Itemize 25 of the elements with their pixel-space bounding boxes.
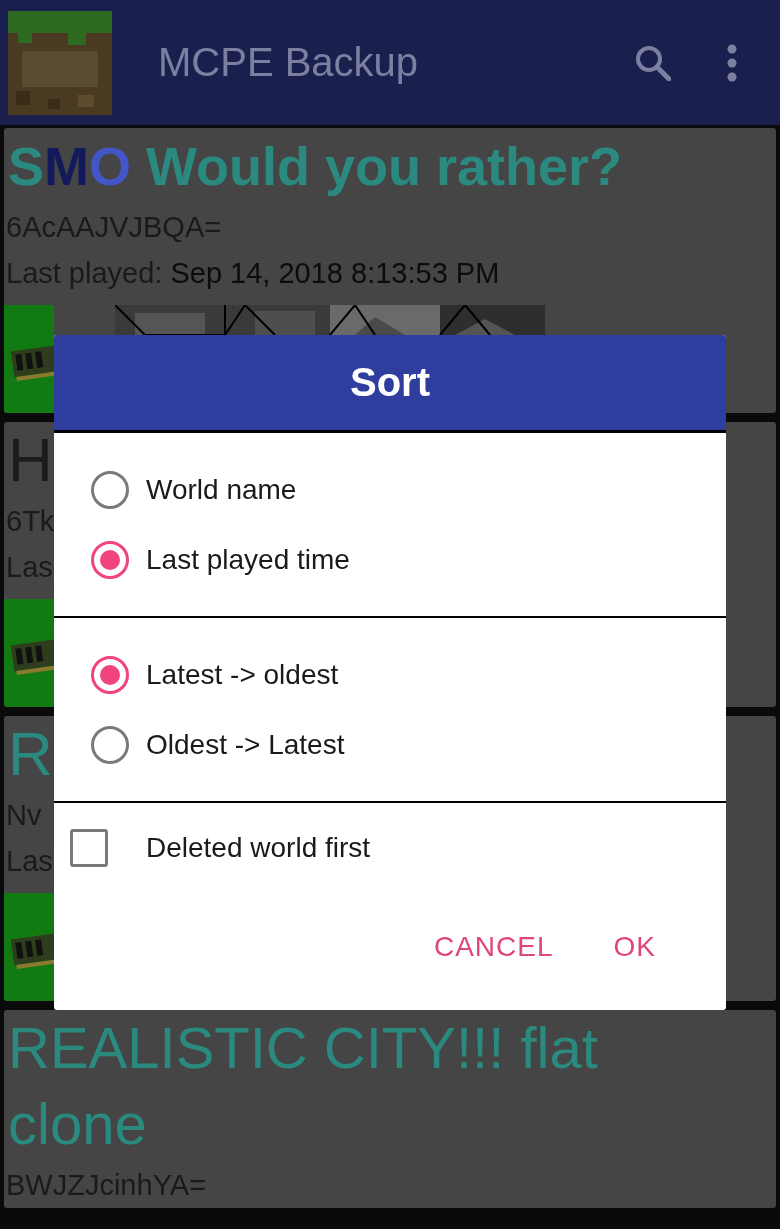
memory-icon [4, 893, 54, 1001]
option-label[interactable]: Last played time [146, 544, 350, 576]
world-title: R [8, 719, 53, 788]
world-title: S [8, 136, 45, 196]
checkbox-label[interactable]: Deleted world first [146, 832, 371, 864]
world-title: Would you rather? [146, 136, 623, 196]
radio-button[interactable] [91, 541, 129, 579]
radio-button[interactable] [91, 726, 129, 764]
last-played-value: Sep 14, 2018 8:13:53 PM [169, 257, 500, 289]
dialog-button[interactable]: OK [603, 923, 666, 971]
memory-icon [4, 599, 54, 707]
dialog-title: Sort [54, 335, 726, 433]
more-menu-icon[interactable] [727, 43, 737, 82]
radio-button[interactable] [91, 656, 129, 694]
option-label[interactable]: Oldest -> Latest [146, 729, 345, 761]
search-icon[interactable] [635, 44, 671, 81]
app-title: MCPE Backup [158, 40, 419, 85]
option-label[interactable]: Latest -> oldest [146, 659, 339, 691]
world-title: O [89, 136, 133, 196]
dialog-button[interactable]: CANCEL [423, 923, 564, 971]
option-label[interactable]: World name [146, 474, 297, 506]
checkbox[interactable] [70, 829, 108, 867]
radio-button[interactable] [91, 471, 129, 509]
world-title: REALISTIC CITY!!! flat clone [8, 1015, 598, 1156]
memory-icon [4, 305, 54, 413]
